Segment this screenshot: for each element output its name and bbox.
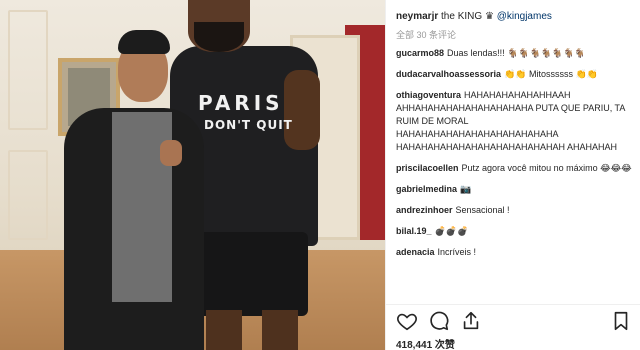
person-left-cap — [118, 30, 170, 54]
action-bar — [396, 310, 632, 332]
heart-icon[interactable] — [396, 310, 418, 332]
wall-panel — [8, 150, 48, 240]
person-right-beard — [194, 22, 244, 52]
comment-username[interactable]: othiagoventura — [396, 90, 461, 100]
comment-username[interactable]: gucarmo88 — [396, 48, 444, 58]
comment-username[interactable]: dudacarvalhoassessoria — [396, 69, 501, 79]
comment-item: priscilacoellen Putz agora você mitou no … — [396, 162, 632, 175]
view-all-comments-link[interactable]: 全部 30 条评论 — [396, 28, 456, 41]
comment-text: Incríveis ! — [437, 247, 477, 257]
person-left-hand — [160, 140, 182, 166]
comment-username[interactable]: adenacia — [396, 247, 435, 257]
bookmark-icon[interactable] — [610, 310, 632, 332]
post-sidebar: neymarjr the KING ♛ @kingjames 全部 30 条评论… — [385, 0, 640, 350]
comment-username[interactable]: gabrielmedina — [396, 184, 457, 194]
person-right-leg — [206, 310, 242, 350]
comment-username[interactable]: priscilacoellen — [396, 163, 459, 173]
share-icon[interactable] — [460, 310, 482, 332]
comment-text: Putz agora você mitou no máximo 😂😂😂 — [461, 163, 632, 173]
comment-item: gucarmo88 Duas lendas!!! 🐐🐐🐐🐐🐐🐐🐐 — [396, 47, 632, 60]
comment-icon[interactable] — [428, 310, 450, 332]
comment-item: adenacia Incríveis ! — [396, 246, 632, 259]
comment-text: Sensacional ! — [455, 205, 510, 215]
comment-item: othiagoventura HAHAHAHAHAHAHHAAH AHHAHAHA… — [396, 89, 632, 154]
comment-text: 👏👏 Mitossssss 👏👏 — [504, 69, 598, 79]
author-username[interactable]: neymarjr — [396, 11, 438, 22]
caption-text: the KING — [441, 11, 483, 22]
post-photo[interactable]: PARIS DON'T QUIT — [0, 0, 385, 350]
comment-item: dudacarvalhoassessoria 👏👏 Mitossssss 👏👏 — [396, 68, 632, 81]
likes-count[interactable]: 418,441 次赞 — [396, 336, 455, 350]
comment-username[interactable]: andrezinhoer — [396, 205, 453, 215]
mention-link[interactable]: @kingjames — [497, 11, 552, 22]
divider — [386, 304, 640, 305]
comment-item: bilal.19_ 💣💣💣 — [396, 225, 632, 238]
comment-item: andrezinhoer Sensacional ! — [396, 204, 632, 217]
post-caption: neymarjr the KING ♛ @kingjames — [396, 10, 632, 23]
person-right-shorts — [190, 232, 308, 316]
wall-panel — [8, 10, 48, 130]
person-right-leg — [262, 310, 298, 350]
comment-item: gabrielmedina 📷 — [396, 183, 632, 196]
crown-icon: ♛ — [484, 11, 494, 22]
comment-text: 💣💣💣 — [434, 226, 469, 236]
comment-text: 📷 — [460, 184, 472, 194]
comment-text: Duas lendas!!! 🐐🐐🐐🐐🐐🐐🐐 — [447, 48, 586, 58]
comment-username[interactable]: bilal.19_ — [396, 226, 432, 236]
shirt-print: PARIS DON'T QUIT — [198, 91, 293, 132]
comments-list: gucarmo88 Duas lendas!!! 🐐🐐🐐🐐🐐🐐🐐 dudacarv… — [396, 47, 632, 267]
